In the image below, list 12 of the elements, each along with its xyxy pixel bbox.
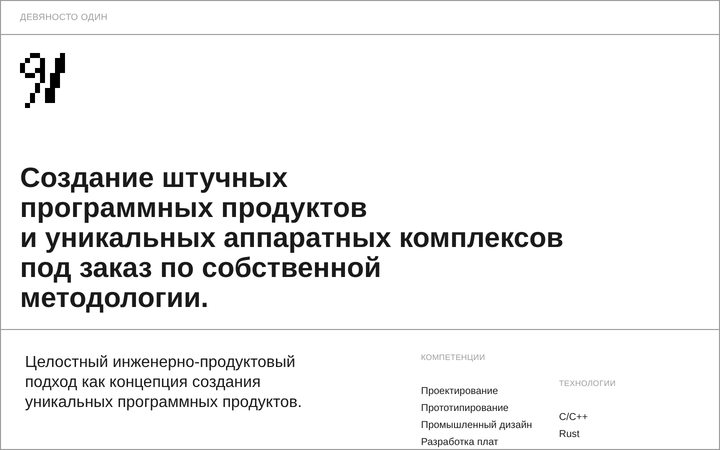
section-heading: КОМПЕТЕНЦИИ bbox=[421, 352, 486, 364]
technology-item: C/C++ bbox=[559, 411, 589, 425]
competency-item: Промышленный дизайн bbox=[421, 419, 534, 433]
technology-item: Rust bbox=[559, 428, 581, 442]
competency-item: Разработка плат bbox=[421, 436, 500, 449]
competency-item: Прототипирование bbox=[421, 402, 510, 416]
brand-name[interactable]: ДЕВЯНОСТО ОДИН bbox=[20, 10, 108, 24]
section-heading: ТЕХНОЛОГИИ bbox=[559, 378, 616, 390]
headline: Создание штучных программных продуктов и уникальных аппаратных комплексов под заказ по собственной методологии. bbox=[20, 163, 565, 313]
competency-item: Проектирование bbox=[421, 385, 500, 399]
logo-icon bbox=[20, 53, 65, 108]
intro-text: Целостный инженерно-продуктовый подход как концепция создания уникальных программных продуктов. bbox=[25, 353, 303, 413]
